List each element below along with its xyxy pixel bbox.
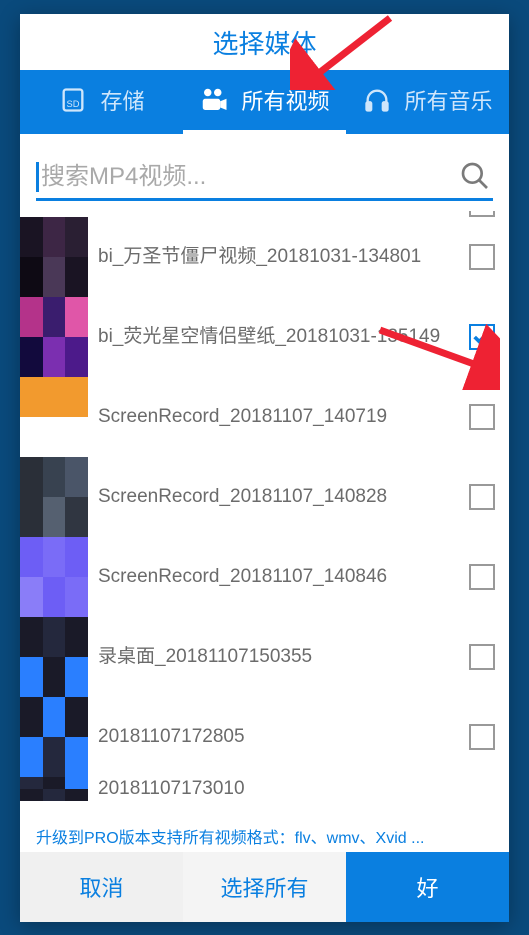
video-thumbnail [20,617,88,697]
video-list[interactable]: bi_万圣节僵尸视频_20181031-134801 bi_荧光星空情侣壁纸_20… [20,211,509,820]
video-thumbnail [20,537,88,617]
tab-bar: SD 存储 所有视频 所有音乐 [20,70,509,134]
video-thumbnail [20,457,88,537]
tab-label: 所有音乐 [404,84,492,116]
select-all-button[interactable]: 选择所有 [183,852,346,922]
video-camera-icon [199,85,229,115]
select-checkbox[interactable] [469,244,495,270]
search-bar [20,134,509,211]
video-thumbnail [20,297,88,377]
select-checkbox[interactable] [469,564,495,590]
video-filename: ScreenRecord_20181107_140846 [88,565,469,590]
select-checkbox[interactable] [469,404,495,430]
video-filename: bi_万圣节僵尸视频_20181031-134801 [88,245,469,270]
search-icon[interactable] [459,160,493,194]
tab-storage[interactable]: SD 存储 [20,70,183,134]
video-thumbnail [20,217,88,297]
tab-all-music[interactable]: 所有音乐 [346,70,509,134]
page-title: 选择媒体 [20,14,509,70]
video-filename: ScreenRecord_20181107_140719 [88,405,469,430]
video-thumbnail [20,777,88,801]
video-filename: ScreenRecord_20181107_140828 [88,485,469,510]
video-thumbnail [20,697,88,777]
select-checkbox[interactable] [469,644,495,670]
text-caret [36,162,39,192]
select-checkbox[interactable] [469,724,495,750]
list-item[interactable]: ScreenRecord_20181107_140719 [20,377,509,457]
video-thumbnail [20,377,88,457]
dialog-footer: 取消 选择所有 好 [20,852,509,922]
list-item[interactable]: bi_万圣节僵尸视频_20181031-134801 [20,217,509,297]
video-filename: 20181107172805 [88,725,469,750]
sd-card-icon: SD [58,85,88,115]
list-item[interactable]: ScreenRecord_20181107_140828 [20,457,509,537]
pro-upgrade-banner[interactable]: 升级到PRO版本支持所有视频格式：flv、wmv、Xvid ... [20,820,509,852]
ok-button[interactable]: 好 [346,852,509,922]
tab-all-videos[interactable]: 所有视频 [183,70,346,134]
list-item[interactable]: 20181107172805 [20,697,509,777]
select-checkbox[interactable] [469,324,495,350]
list-item[interactable]: 录桌面_20181107150355 [20,617,509,697]
video-filename: 20181107173010 [88,777,509,801]
video-filename: bi_荧光星空情侣壁纸_20181031-135149 [88,325,469,350]
tab-label: 存储 [100,84,144,116]
select-checkbox[interactable] [469,484,495,510]
list-item[interactable]: bi_荧光星空情侣壁纸_20181031-135149 [20,297,509,377]
svg-text:SD: SD [67,99,80,109]
cancel-button[interactable]: 取消 [20,852,183,922]
search-input[interactable] [41,163,459,191]
tab-label: 所有视频 [241,84,329,116]
video-filename: 录桌面_20181107150355 [88,645,469,670]
media-select-dialog: 选择媒体 SD 存储 所有视频 [20,14,509,922]
headphones-icon [362,85,392,115]
list-item[interactable]: ScreenRecord_20181107_140846 [20,537,509,617]
list-item[interactable]: 20181107173010 [20,777,509,801]
